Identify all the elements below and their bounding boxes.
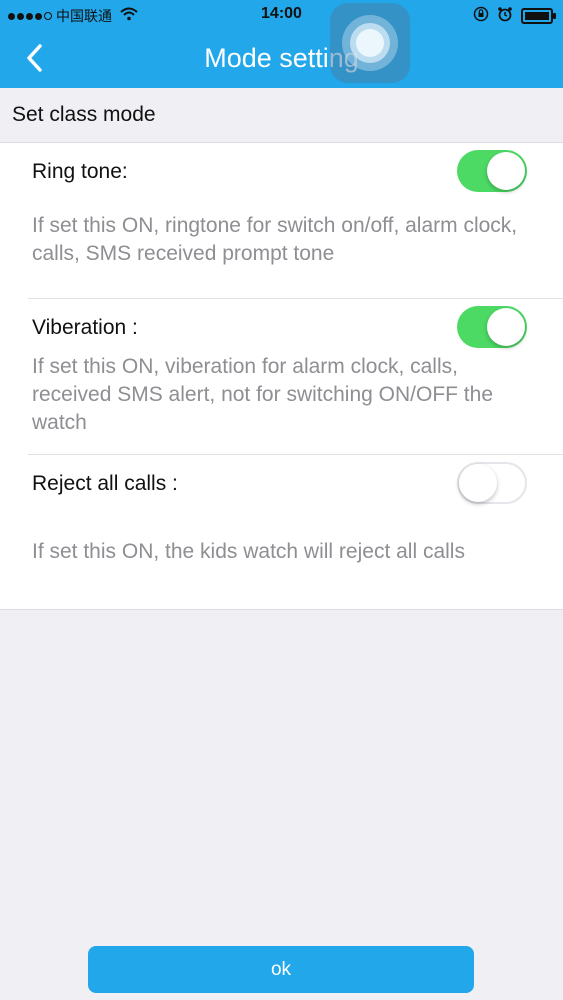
section-title: Set class mode [12,103,156,126]
assistive-touch-icon-core [356,29,384,57]
header-bar: 中国联通 14:00 Mode setting [0,0,563,88]
toggle-knob [487,152,525,190]
reject-all-calls-toggle[interactable] [457,462,527,504]
setting-row-ring-tone: Ring tone: If set this ON, ringtone for … [0,143,563,298]
page-title: Mode setting [204,43,359,73]
setting-description: If set this ON, ringtone for switch on/o… [32,214,518,265]
setting-description: If set this ON, the kids watch will reje… [32,540,465,563]
navigation-bar: Mode setting [0,30,563,88]
status-bar: 中国联通 14:00 [0,0,563,30]
alarm-clock-icon [497,6,513,26]
setting-row-viberation: Viberation : If set this ON, viberation … [0,299,563,454]
viberation-toggle[interactable] [457,306,527,348]
orientation-lock-icon [473,6,489,26]
status-right [473,6,556,26]
setting-label: Viberation : [32,316,138,339]
setting-label: Ring tone: [32,160,128,183]
setting-label: Reject all calls : [32,472,178,495]
toggle-knob [459,464,497,502]
assistive-touch-button[interactable] [330,3,410,83]
battery-icon [521,8,556,24]
toggle-knob [487,308,525,346]
setting-description: If set this ON, viberation for alarm clo… [32,355,493,434]
ok-button[interactable]: ok [88,946,474,993]
settings-card: Ring tone: If set this ON, ringtone for … [0,142,563,610]
setting-row-reject-all-calls: Reject all calls : If set this ON, the k… [0,455,563,610]
ring-tone-toggle[interactable] [457,150,527,192]
